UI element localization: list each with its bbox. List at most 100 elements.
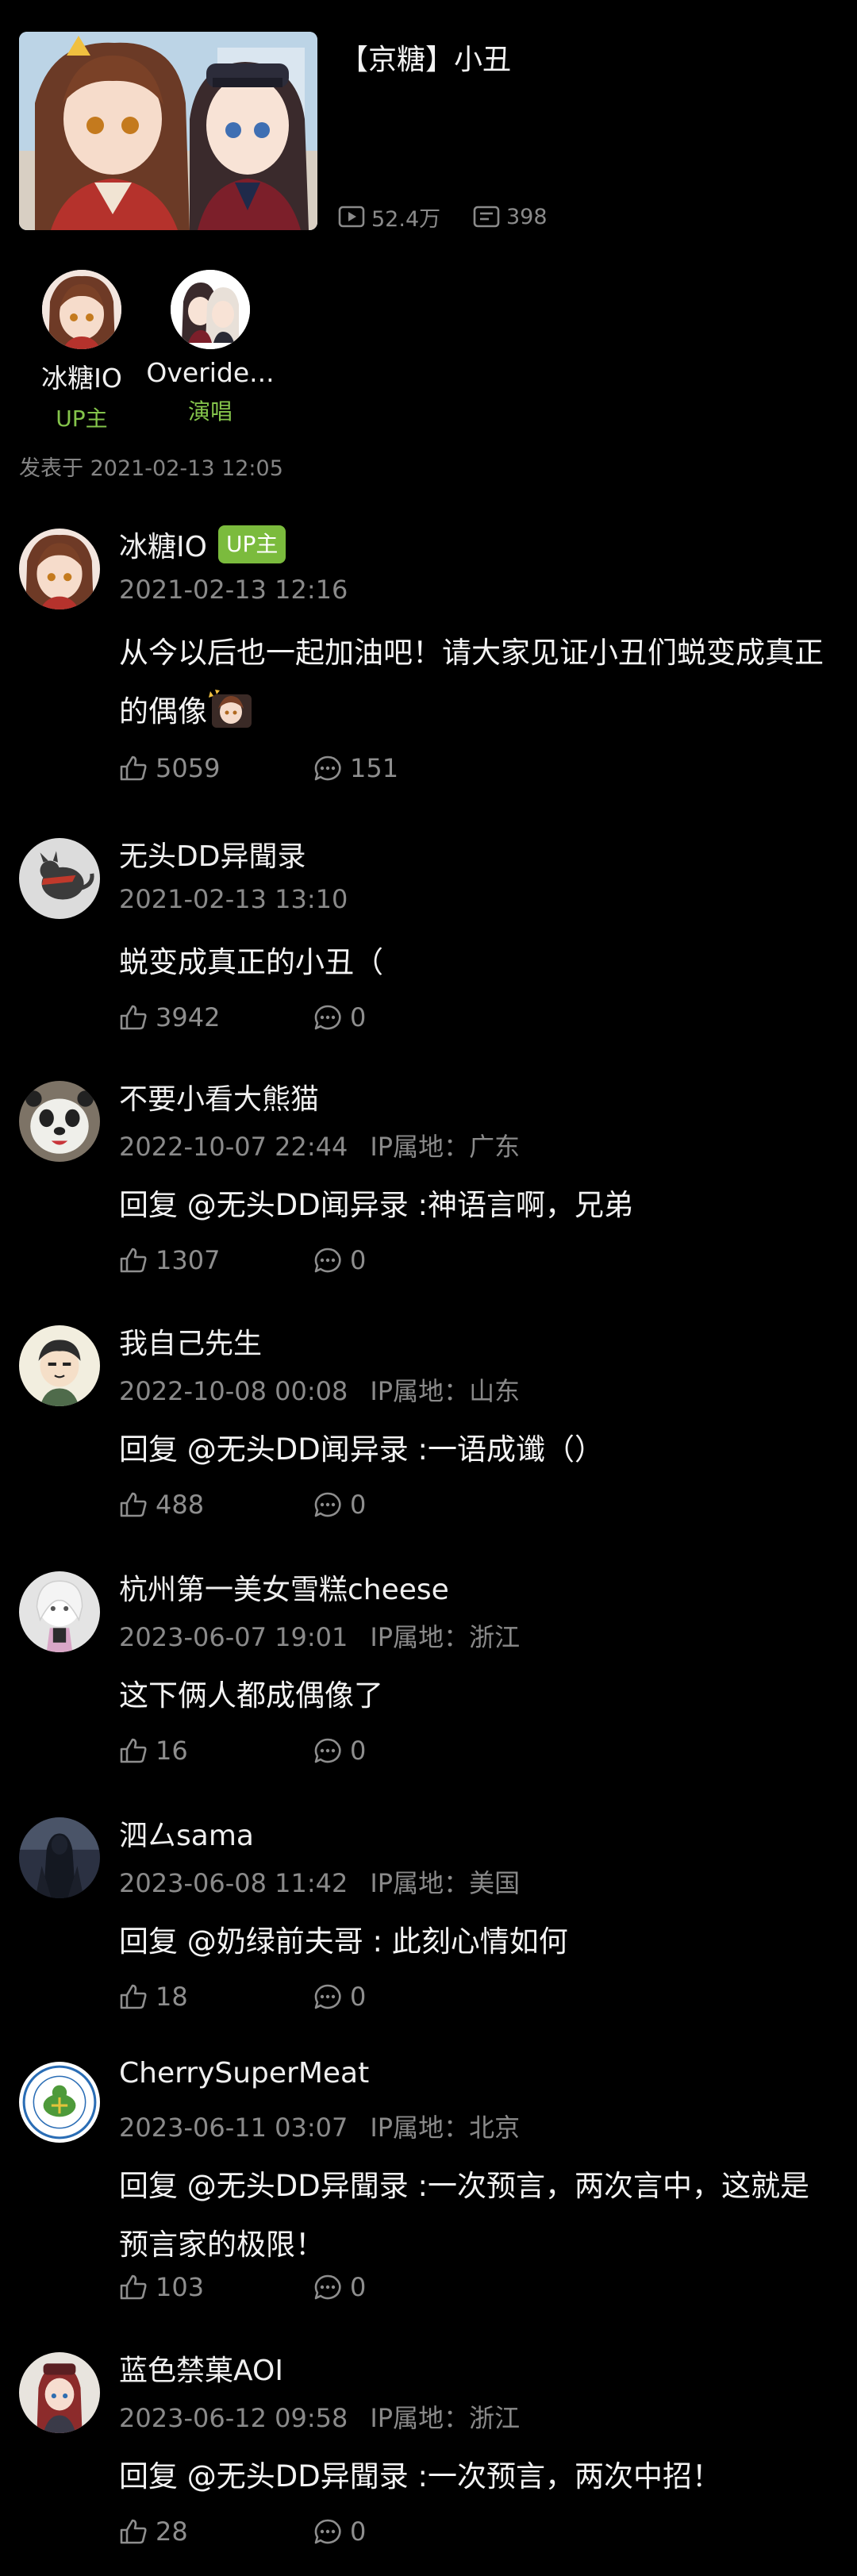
thumbs-up-icon (120, 1984, 147, 2009)
credit-vocal[interactable]: Overide... 演唱 (135, 270, 286, 426)
thumbs-up-icon (120, 1248, 147, 1273)
reply-count: 151 (350, 753, 399, 783)
thumbs-up-icon (120, 1005, 147, 1030)
avatar-image (19, 1571, 100, 1652)
reply-count: 0 (350, 1736, 367, 1766)
ip-location: IP属地：山东 (370, 1376, 521, 1406)
avatar[interactable] (19, 1571, 100, 1652)
like-button[interactable]: 1307 (119, 1245, 313, 1275)
like-count: 488 (156, 1490, 205, 1520)
avatar[interactable] (19, 838, 100, 919)
danmaku-count-value: 398 (506, 204, 548, 229)
comment-username[interactable]: 我自己先生 (119, 1321, 262, 1362)
avatar[interactable] (19, 2352, 100, 2433)
avatar[interactable] (19, 1325, 100, 1406)
ip-location: IP属地：广东 (370, 1132, 521, 1162)
reply-button[interactable]: 0 (313, 2516, 366, 2547)
avatar-image (19, 2352, 100, 2433)
danmaku-count: 398 (473, 202, 548, 231)
reply-button[interactable]: 0 (313, 1982, 366, 2012)
danmaku-icon (473, 206, 500, 228)
comment-date: 2021-02-13 13:10 (119, 884, 348, 914)
reply-count: 0 (350, 2516, 367, 2547)
comment-username[interactable]: 杭州第一美女雪糕cheese (119, 1567, 449, 1608)
comment-date: 2023-06-07 19:01 (119, 1622, 348, 1652)
cover-artwork (19, 32, 317, 230)
comment-username[interactable]: 泗厶sama (119, 1813, 254, 1854)
song-title: 【京糖】小丑 (340, 44, 512, 76)
comment-text: 回复 @无头DD闻异录 :一语成谶（） (119, 1432, 604, 1467)
comment-bubble-icon (314, 1984, 341, 2009)
like-button[interactable]: 5059 (119, 753, 313, 783)
comment-bubble-icon (314, 2274, 341, 2300)
comment-username[interactable]: 不要小看大熊猫 (119, 1076, 319, 1117)
reply-button[interactable]: 0 (313, 1245, 366, 1275)
avatar-image (42, 270, 121, 349)
play-count-icon (338, 206, 365, 228)
like-count: 18 (156, 1982, 188, 2012)
comment-username[interactable]: 蓝色禁菓AOI (119, 2347, 283, 2389)
avatar-image (19, 529, 100, 609)
comment-date: 2022-10-07 22:44 (119, 1132, 348, 1162)
publish-date: 发表于 2021-02-13 12:05 (19, 456, 283, 481)
play-count-value: 52.4万 (371, 206, 441, 232)
like-button[interactable]: 3942 (119, 1002, 313, 1032)
thumbs-up-icon (120, 1492, 147, 1517)
sticker-emoji-icon (209, 690, 252, 728)
like-count: 3942 (156, 1002, 221, 1032)
like-count: 103 (156, 2272, 205, 2302)
like-button[interactable]: 18 (119, 1982, 313, 2012)
like-button[interactable]: 103 (119, 2272, 313, 2302)
reply-button[interactable]: 0 (313, 1002, 366, 1032)
reply-button[interactable]: 0 (313, 1490, 366, 1520)
reply-count: 0 (350, 2272, 367, 2302)
comment-date: 2023-06-08 11:42 (119, 1868, 348, 1898)
avatar-image (19, 838, 100, 919)
reply-count: 0 (350, 1982, 367, 2012)
comment-text: 回复 @无头DD闻异录 :神语言啊，兄弟 (119, 1188, 633, 1222)
avatar-image (19, 2062, 100, 2143)
avatar-image (19, 1081, 100, 1162)
avatar-image (171, 270, 250, 349)
ip-location: IP属地：美国 (370, 1868, 521, 1898)
like-count: 16 (156, 1736, 188, 1766)
avatar[interactable] (42, 270, 121, 349)
reply-button[interactable]: 0 (313, 1736, 366, 1766)
like-button[interactable]: 488 (119, 1490, 313, 1520)
comment-bubble-icon (314, 1005, 341, 1030)
comment-text: 回复 @无头DD异聞录 :一次预言，两次言中，这就是预言家的极限！ (119, 2169, 809, 2262)
avatar[interactable] (171, 270, 250, 349)
ip-location: IP属地：浙江 (370, 1622, 521, 1652)
avatar[interactable] (19, 1817, 100, 1898)
like-button[interactable]: 28 (119, 2516, 313, 2547)
comment-bubble-icon (314, 755, 341, 781)
avatar[interactable] (19, 1081, 100, 1162)
up-badge: UP主 (217, 525, 286, 563)
comment-date: 2021-02-13 12:16 (119, 575, 348, 605)
reply-count: 0 (350, 1002, 367, 1032)
avatar[interactable] (19, 2062, 100, 2143)
like-count: 5059 (156, 753, 221, 783)
credit-name: Overide... (146, 357, 275, 388)
comment-date: 2023-06-11 03:07 (119, 2113, 348, 2143)
comment-text: 蜕变成真正的小丑（ (119, 945, 383, 979)
comment-username[interactable]: 冰糖IO (119, 524, 207, 565)
comment-date: 2022-10-08 00:08 (119, 1376, 348, 1406)
reply-button[interactable]: 151 (313, 753, 398, 783)
thumbs-up-icon (120, 2519, 147, 2544)
comment-text: 这下俩人都成偶像了 (119, 1678, 383, 1713)
like-count: 28 (156, 2516, 188, 2547)
comment-username[interactable]: 无头DD异聞录 (119, 833, 306, 875)
thumbs-up-icon (120, 755, 147, 781)
comment-bubble-icon (314, 1248, 341, 1273)
credit-role: 演唱 (187, 398, 233, 425)
ip-location: IP属地：北京 (370, 2113, 521, 2143)
avatar-image (19, 1325, 100, 1406)
comment-username[interactable]: CherrySuperMeat (119, 2057, 369, 2090)
thumbs-up-icon (120, 2274, 147, 2300)
like-button[interactable]: 16 (119, 1736, 313, 1766)
comment-text: 回复 @无头DD异聞录 :一次预言，两次中招！ (119, 2459, 721, 2493)
reply-button[interactable]: 0 (313, 2272, 366, 2302)
song-cover-image[interactable] (19, 32, 317, 230)
avatar[interactable] (19, 529, 100, 609)
